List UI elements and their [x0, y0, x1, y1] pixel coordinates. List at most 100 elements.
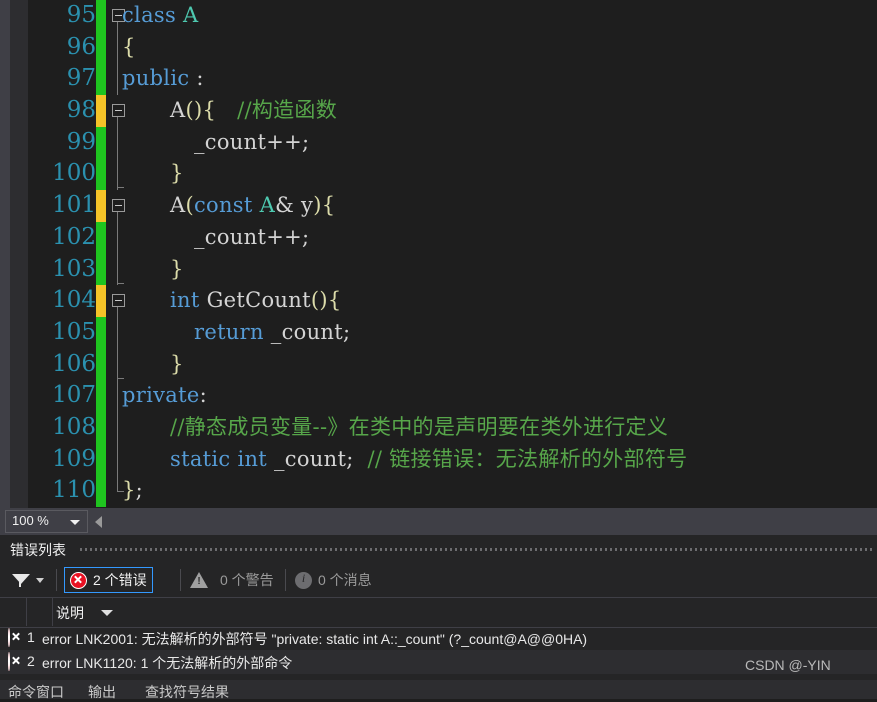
visual-studio-window: 95 class A 96{97 public :98 A(){ //构造函数 99 _co… — [0, 0, 877, 702]
editor-zoom-bar[interactable]: 100 % — [0, 508, 877, 535]
tab-output[interactable]: 输出 — [88, 682, 116, 702]
collapse-region-icon[interactable] — [112, 294, 125, 308]
change-indicator-bar — [96, 443, 106, 476]
table-row[interactable]: 1 error LNK2001: 无法解析的外部符号 "private: stat… — [0, 626, 877, 650]
column-divider[interactable] — [26, 598, 27, 626]
outline-gutter[interactable] — [106, 221, 136, 254]
code-line[interactable]: 109 static int _count; // 链接错误：无法解析的外部符号 — [0, 443, 877, 476]
change-indicator-bar — [96, 31, 106, 64]
watermark: CSDN @-YIN — [745, 657, 831, 673]
column-header-description[interactable]: 说明 — [56, 603, 84, 623]
change-indicator-bar — [96, 285, 106, 317]
code-text: private: — [122, 380, 207, 412]
code-text: //静态成员变量--》在类中的是声明要在类外进行定义 — [170, 412, 668, 444]
outline-gutter[interactable] — [106, 285, 136, 318]
code-text: } — [170, 349, 184, 381]
outline-guide-line — [117, 380, 118, 412]
outline-guide-line — [117, 253, 118, 286]
outline-gutter[interactable] — [106, 126, 136, 159]
collapse-region-icon[interactable] — [112, 104, 125, 118]
code-line[interactable]: 104 int GetCount(){ — [0, 285, 877, 318]
code-token: : — [199, 383, 207, 408]
error-row-description: error LNK1120: 1 个无法解析的外部命令 — [42, 655, 293, 671]
code-line[interactable]: 99 _count++; — [0, 126, 877, 159]
outline-gutter[interactable] — [106, 348, 136, 381]
panel-title: 错误列表 — [10, 542, 66, 558]
filter-dropdown-caret-icon[interactable] — [36, 578, 44, 583]
code-line[interactable]: 95 class A — [0, 0, 877, 32]
outline-gutter[interactable] — [106, 411, 136, 444]
line-number: 107 — [52, 382, 96, 409]
code-text: }; — [122, 475, 143, 507]
toolbar-separator — [180, 569, 181, 591]
code-token: _count++; — [194, 129, 310, 154]
line-number: 106 — [52, 350, 96, 377]
outline-guide-line — [117, 126, 118, 159]
error-list-column-header[interactable]: 说明 — [0, 597, 877, 628]
code-editor[interactable]: 95 class A 96{97 public :98 A(){ //构造函数 99 _co… — [0, 0, 877, 508]
code-line[interactable]: 108 //静态成员变量--》在类中的是声明要在类外进行定义 — [0, 411, 877, 444]
code-token: } — [170, 256, 184, 281]
code-text: public : — [122, 63, 204, 95]
outline-gutter[interactable] — [106, 253, 136, 286]
drag-handle-dots[interactable] — [80, 548, 875, 551]
change-indicator-bar — [96, 348, 106, 381]
code-line[interactable]: 106} — [0, 348, 877, 381]
tab-command-window[interactable]: 命令窗口 — [8, 682, 64, 702]
code-line[interactable]: 102 _count++; — [0, 221, 877, 254]
change-indicator-bar — [96, 158, 106, 191]
code-line[interactable]: 103} — [0, 253, 877, 286]
outline-gutter[interactable] — [106, 158, 136, 191]
line-number: 105 — [52, 318, 96, 345]
line-number: 109 — [52, 445, 96, 472]
code-line[interactable]: 101 A(const A& y){ — [0, 190, 877, 223]
sort-descending-icon[interactable] — [101, 610, 113, 616]
code-line[interactable]: 98 A(){ //构造函数 — [0, 95, 877, 128]
code-token: { — [202, 98, 217, 123]
code-line[interactable]: 105 return _count; — [0, 316, 877, 349]
outline-gutter[interactable] — [106, 316, 136, 349]
outline-region-end-tick — [117, 282, 124, 284]
change-indicator-bar — [96, 380, 106, 412]
error-list-toolbar[interactable]: 2 个错误 0 个警告 0 个消息 — [0, 563, 877, 597]
code-token: } — [122, 478, 136, 503]
code-token: _count; — [263, 319, 351, 344]
code-text: _count++; — [194, 222, 309, 254]
filter-messages-button[interactable]: 0 个消息 — [295, 567, 372, 593]
zoom-dropdown[interactable]: 100 % — [5, 510, 88, 533]
code-token: static — [170, 446, 231, 471]
code-token: { — [327, 288, 342, 313]
code-token: class — [122, 3, 184, 27]
collapse-region-icon[interactable] — [112, 199, 125, 213]
change-indicator-bar — [96, 0, 106, 32]
code-line[interactable]: 97 public : — [0, 63, 877, 96]
code-token: { — [122, 34, 136, 59]
outline-guide-line — [117, 63, 118, 96]
outline-gutter[interactable] — [106, 190, 136, 223]
bottom-tool-tabs[interactable]: 命令窗口 输出 查找符号结果 — [0, 680, 877, 702]
filter-messages-label: 0 个消息 — [318, 572, 372, 588]
filter-errors-button[interactable]: 2 个错误 — [64, 567, 153, 593]
change-indicator-bar — [96, 316, 106, 349]
code-token: const — [193, 193, 253, 218]
tab-find-symbol-results[interactable]: 查找符号结果 — [145, 682, 229, 702]
code-line[interactable]: 100} — [0, 158, 877, 191]
line-number: 98 — [66, 97, 96, 124]
code-token: //静态成员变量--》在类中的是声明要在类外进行定义 — [170, 414, 669, 439]
code-text: int GetCount(){ — [170, 285, 341, 317]
outline-gutter[interactable] — [106, 95, 136, 128]
filter-funnel-icon[interactable] — [12, 574, 30, 584]
column-divider[interactable] — [52, 598, 53, 626]
filter-warnings-button[interactable]: 0 个警告 — [190, 567, 274, 593]
outline-guide-line — [117, 316, 118, 349]
line-number: 102 — [52, 223, 96, 250]
code-token: // 链接错误：无法解析的外部符号 — [367, 446, 688, 471]
filter-warnings-label: 0 个警告 — [220, 572, 274, 588]
scroll-left-arrow-icon[interactable] — [95, 516, 102, 528]
change-indicator-bar — [96, 126, 106, 159]
code-line[interactable]: 107 private: — [0, 380, 877, 412]
code-lines[interactable]: 95 class A 96{97 public :98 A(){ //构造函数 99 _co… — [0, 0, 877, 508]
code-line[interactable]: 110}; — [0, 475, 877, 507]
outline-gutter[interactable] — [106, 443, 136, 476]
code-line[interactable]: 96 { — [0, 31, 877, 64]
